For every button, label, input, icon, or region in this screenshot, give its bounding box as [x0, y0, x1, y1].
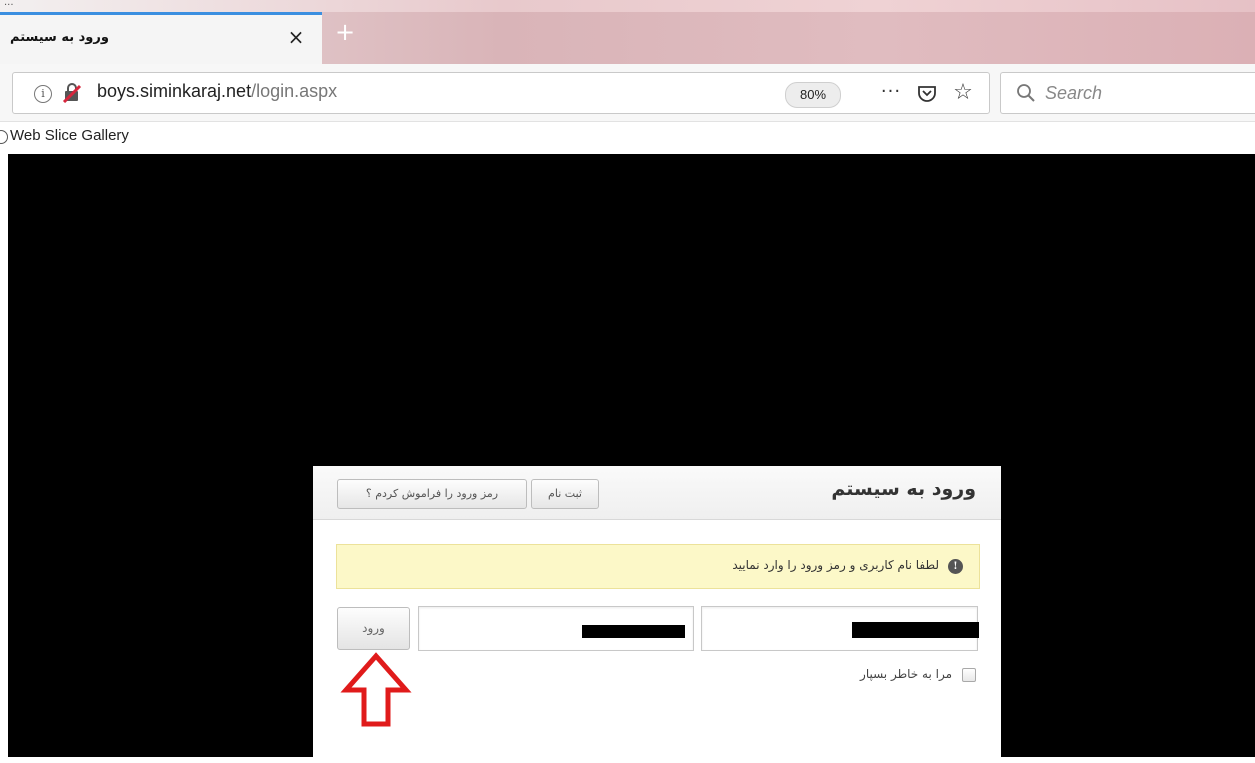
redacted-username — [852, 622, 979, 638]
redacted-password — [582, 625, 685, 638]
arrow-up-annotation — [340, 652, 412, 727]
tab-strip: ورود به سیستم × + — [0, 12, 1255, 64]
search-icon — [1017, 84, 1035, 102]
page-actions-icon[interactable]: ··· — [876, 79, 906, 107]
search-bar[interactable]: Search — [1000, 72, 1255, 114]
info-icon: ! — [948, 559, 963, 574]
url-domain: boys.siminkaraj.net — [97, 81, 252, 101]
bookmark-web-slice-gallery[interactable]: Web Slice Gallery — [10, 127, 129, 144]
forgot-password-button[interactable]: رمز ورود را فراموش کردم ؟ — [337, 479, 527, 509]
url-text[interactable]: boys.siminkaraj.net/login.aspx — [97, 81, 337, 102]
pocket-icon[interactable] — [916, 80, 938, 106]
register-button[interactable]: ثبت نام — [531, 479, 599, 509]
window-title-fragment: ... — [4, 0, 14, 8]
login-submit-button[interactable]: ورود — [337, 607, 410, 650]
bookmarks-toolbar: Web Slice Gallery — [0, 122, 1255, 154]
web-slice-icon — [0, 130, 8, 144]
info-alert: ! لطفا نام کاربری و رمز ورود را وارد نما… — [336, 544, 980, 589]
remember-me-label[interactable]: مرا به خاطر بسپار — [860, 667, 952, 681]
tab-title: ورود به سیستم — [10, 30, 109, 45]
site-info-icon[interactable]: i — [34, 85, 52, 103]
page-content: ورود به سیستم ثبت نام رمز ورود را فراموش… — [8, 154, 1255, 763]
window-top-strip: ... — [0, 0, 1255, 12]
navigation-toolbar: i boys.siminkaraj.net/login.aspx 80% ···… — [0, 64, 1255, 122]
alert-message: لطفا نام کاربری و رمز ورود را وارد نمایی… — [732, 558, 939, 572]
checkbox-icon[interactable] — [962, 668, 976, 682]
url-path: /login.aspx — [251, 81, 338, 101]
tab-login[interactable]: ورود به سیستم × — [0, 12, 322, 64]
star-icon[interactable]: ☆ — [950, 79, 976, 107]
search-placeholder: Search — [1045, 83, 1103, 103]
password-field[interactable] — [418, 606, 694, 651]
login-title: ورود به سیستم — [831, 478, 976, 500]
zoom-indicator[interactable]: 80% — [785, 82, 841, 108]
login-panel: ورود به سیستم ثبت نام رمز ورود را فراموش… — [313, 466, 1001, 763]
close-tab-icon[interactable]: × — [284, 25, 308, 49]
insecure-lock-icon[interactable] — [62, 83, 82, 103]
login-panel-header: ورود به سیستم ثبت نام رمز ورود را فراموش… — [313, 466, 1001, 520]
url-bar[interactable]: i boys.siminkaraj.net/login.aspx 80% ···… — [12, 72, 990, 114]
username-field[interactable] — [701, 606, 979, 651]
new-tab-button[interactable]: + — [332, 20, 358, 48]
